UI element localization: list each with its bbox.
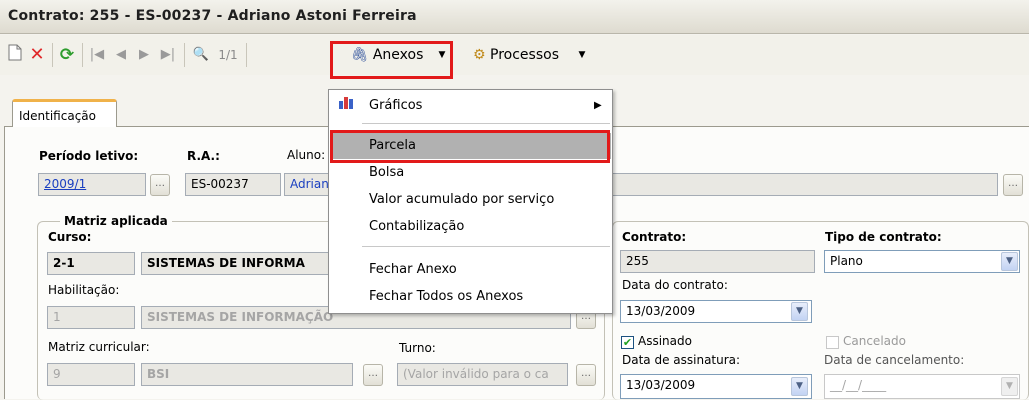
contrato-field[interactable]: 255 xyxy=(620,250,815,273)
menu-item-contabilizacao[interactable]: Contabilização xyxy=(330,214,611,240)
habilitacao-label: Habilitação: xyxy=(48,283,120,297)
curso-label: Curso: xyxy=(48,230,92,244)
menu-item-contabilizacao-label: Contabilização xyxy=(369,219,465,234)
turno-label: Turno: xyxy=(399,341,436,355)
first-record-icon[interactable]: |◀ xyxy=(88,44,106,66)
matriz-code-field[interactable]: 9 xyxy=(47,363,135,386)
tipo-contrato-select[interactable]: Plano xyxy=(824,250,1020,273)
window-title: Contrato: 255 - ES-00237 - Adriano Aston… xyxy=(8,8,417,24)
ra-label: R.A.: xyxy=(187,149,220,163)
matriz-name-field[interactable]: BSI xyxy=(141,363,353,386)
turno-field[interactable]: (Valor inválido para o ca xyxy=(397,363,568,386)
data-assinatura-field[interactable]: 13/03/2009 xyxy=(620,374,812,399)
data-contrato-field[interactable]: 13/03/2009 xyxy=(620,300,812,323)
aluno-lookup-button[interactable]: … xyxy=(1003,174,1023,196)
matriz-lookup-button[interactable]: … xyxy=(363,364,383,386)
find-icon[interactable]: 🔍 xyxy=(190,44,212,66)
aluno-label: Aluno: xyxy=(287,148,326,162)
matriz-group-title: Matriz aplicada xyxy=(60,214,172,228)
curso-name-field[interactable]: SISTEMAS DE INFORMA xyxy=(141,252,341,275)
habilitacao-code-field[interactable]: 1 xyxy=(47,306,135,329)
cancelado-label: Cancelado xyxy=(843,334,906,348)
menu-item-fechar-todos[interactable]: Fechar Todos os Anexos xyxy=(330,284,611,310)
previous-record-icon[interactable]: ◀ xyxy=(113,44,129,66)
delete-icon[interactable]: ✕ xyxy=(27,44,47,66)
menu-item-fechar-todos-label: Fechar Todos os Anexos xyxy=(369,289,524,304)
menu-item-valor-acumulado-label: Valor acumulado por serviço xyxy=(369,192,555,207)
new-document-icon[interactable] xyxy=(6,44,24,66)
periodo-field[interactable]: 2009/1 xyxy=(38,173,146,196)
processos-gear-icon: ⚙ xyxy=(473,47,486,63)
contrato-label: Contrato: xyxy=(622,230,687,244)
assinado-label: Assinado xyxy=(638,334,692,348)
menu-item-graficos[interactable]: Gráficos ▶ xyxy=(330,93,611,119)
submenu-arrow-icon: ▶ xyxy=(594,100,602,111)
menu-item-bolsa-label: Bolsa xyxy=(369,165,405,180)
periodo-label: Período letivo: xyxy=(39,149,139,163)
data-contrato-dropdown-icon[interactable]: ▼ xyxy=(791,302,808,321)
processos-button[interactable]: ⚙ Processos xyxy=(460,44,572,66)
menu-item-graficos-label: Gráficos xyxy=(369,98,423,113)
menu-item-fechar-anexo-label: Fechar Anexo xyxy=(369,262,457,277)
refresh-icon[interactable]: ⟳ xyxy=(56,44,78,66)
tab-identificacao-label: Identificação xyxy=(19,109,96,123)
window-title-bar: Contrato: 255 - ES-00237 - Adriano Aston… xyxy=(0,0,1029,34)
cancelado-checkbox[interactable] xyxy=(826,336,839,349)
bar-chart-icon xyxy=(338,93,356,119)
periodo-lookup-button[interactable]: … xyxy=(150,174,170,196)
anexos-highlight-box xyxy=(330,41,453,79)
tipo-contrato-label: Tipo de contrato: xyxy=(825,230,942,244)
data-cancelamento-label: Data de cancelamento: xyxy=(824,353,965,367)
data-contrato-label: Data do contrato: xyxy=(622,278,728,292)
tipo-contrato-dropdown-icon[interactable]: ▼ xyxy=(1001,252,1018,271)
processos-dropdown-arrow-icon[interactable]: ▼ xyxy=(576,44,588,66)
data-cancelamento-field[interactable]: __/__/____ xyxy=(824,374,1020,399)
turno-lookup-button[interactable]: … xyxy=(576,364,596,386)
menu-item-bolsa[interactable]: Bolsa xyxy=(330,160,611,186)
curso-code-field[interactable]: 2-1 xyxy=(47,252,135,275)
data-assinatura-dropdown-icon[interactable]: ▼ xyxy=(791,377,808,396)
toolbar: ✕ ⟳ |◀ ◀ ▶ ▶| 🔍 1/1 🖇 Anexos ▼ ⚙ Process… xyxy=(0,35,1029,75)
data-assinatura-label: Data de assinatura: xyxy=(622,353,741,367)
anexos-menu: Gráficos ▶ Parcela Bolsa Valor acumulado… xyxy=(328,89,613,314)
ra-field[interactable]: ES-00237 xyxy=(185,173,281,196)
matriz-curricular-label: Matriz curricular: xyxy=(48,340,150,354)
menu-item-fechar-anexo[interactable]: Fechar Anexo xyxy=(330,257,611,283)
page-indicator: 1/1 xyxy=(218,48,238,62)
next-record-icon[interactable]: ▶ xyxy=(136,44,152,66)
assinado-checkbox[interactable]: ✔ xyxy=(621,336,634,349)
last-record-icon[interactable]: ▶| xyxy=(158,44,178,66)
processos-label: Processos xyxy=(490,47,559,63)
menu-item-valor-acumulado[interactable]: Valor acumulado por serviço xyxy=(330,187,611,213)
parcela-highlight-box xyxy=(330,130,610,163)
data-cancelamento-dropdown-icon[interactable]: ▼ xyxy=(1001,377,1018,396)
tab-identificacao[interactable]: Identificação xyxy=(12,99,117,127)
